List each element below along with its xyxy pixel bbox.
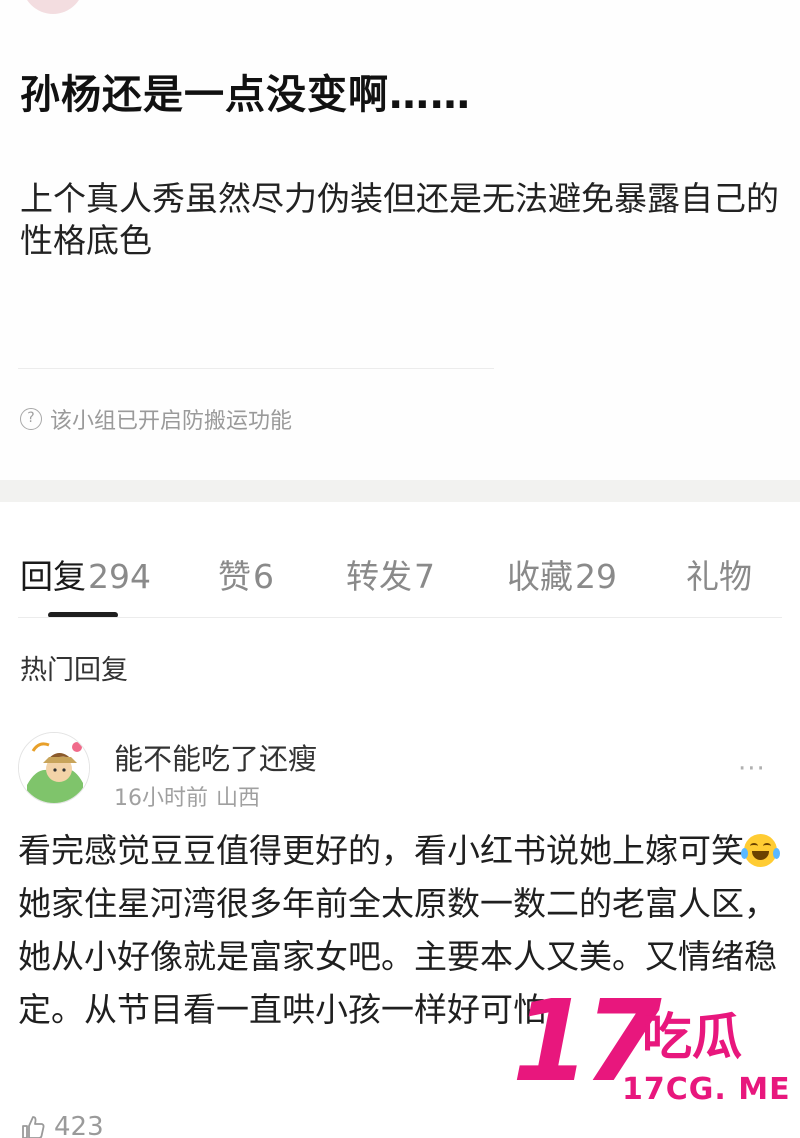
tab-gifts[interactable]: 礼物 bbox=[686, 550, 754, 598]
tab-count: 29 bbox=[575, 557, 617, 596]
tab-count: 294 bbox=[88, 557, 151, 596]
tab-likes[interactable]: 赞6 bbox=[218, 550, 274, 598]
avatar-image bbox=[19, 733, 89, 803]
site-watermark: 17 吃瓜 17CG. ME bbox=[512, 986, 790, 1110]
interaction-tabs: 回复294 赞6 转发7 收藏29 礼物 bbox=[0, 530, 800, 620]
question-circle-icon: ? bbox=[20, 408, 42, 430]
section-separator bbox=[0, 480, 800, 502]
tab-reposts[interactable]: 转发7 bbox=[346, 550, 435, 598]
post-card: 孙杨还是一点没变啊…… 上个真人秀虽然尽力伪装但还是无法避免暴露自己的性格底色 … bbox=[0, 0, 800, 480]
tab-label: 转发 bbox=[346, 557, 412, 596]
watermark-url: 17CG. ME bbox=[622, 1072, 791, 1107]
tab-count: 6 bbox=[253, 557, 274, 596]
tab-label: 收藏 bbox=[507, 557, 573, 596]
commenter-name[interactable]: 能不能吃了还瘦 bbox=[114, 736, 317, 778]
notice-text: 该小组已开启防搬运功能 bbox=[50, 409, 293, 434]
watermark-text: 吃瓜 bbox=[642, 1008, 742, 1066]
comment-meta: 16小时前 山西 bbox=[114, 780, 260, 812]
tab-replies[interactable]: 回复294 bbox=[20, 550, 151, 598]
comment-text-part: 看完感觉豆豆值得更好的，看小红书说她上嫁可笑 bbox=[18, 831, 744, 870]
hot-replies-heading: 热门回复 bbox=[20, 655, 128, 686]
tab-label: 回复 bbox=[20, 557, 86, 596]
divider bbox=[18, 368, 494, 369]
like-count: 423 bbox=[54, 1112, 104, 1138]
post-body: 上个真人秀虽然尽力伪装但还是无法避免暴露自己的性格底色 bbox=[20, 179, 779, 260]
comment-time: 16小时前 bbox=[114, 786, 208, 811]
post-title: 孙杨还是一点没变啊…… bbox=[20, 72, 471, 118]
tab-count: 7 bbox=[414, 557, 435, 596]
joy-emoji-icon bbox=[741, 834, 780, 867]
tab-label: 礼物 bbox=[686, 557, 752, 596]
comment-location: 山西 bbox=[216, 786, 261, 811]
author-avatar-partial[interactable] bbox=[22, 0, 84, 14]
anti-repost-notice[interactable]: ? 该小组已开启防搬运功能 bbox=[20, 403, 292, 435]
divider bbox=[18, 617, 782, 618]
thumbs-up-icon bbox=[22, 1116, 45, 1138]
commenter-avatar[interactable] bbox=[18, 732, 90, 804]
more-options-icon[interactable]: ··· bbox=[738, 754, 766, 784]
comment-like-button[interactable]: 423 bbox=[20, 1112, 104, 1138]
tab-favorites[interactable]: 收藏29 bbox=[507, 550, 617, 598]
tab-label: 赞 bbox=[218, 557, 251, 596]
